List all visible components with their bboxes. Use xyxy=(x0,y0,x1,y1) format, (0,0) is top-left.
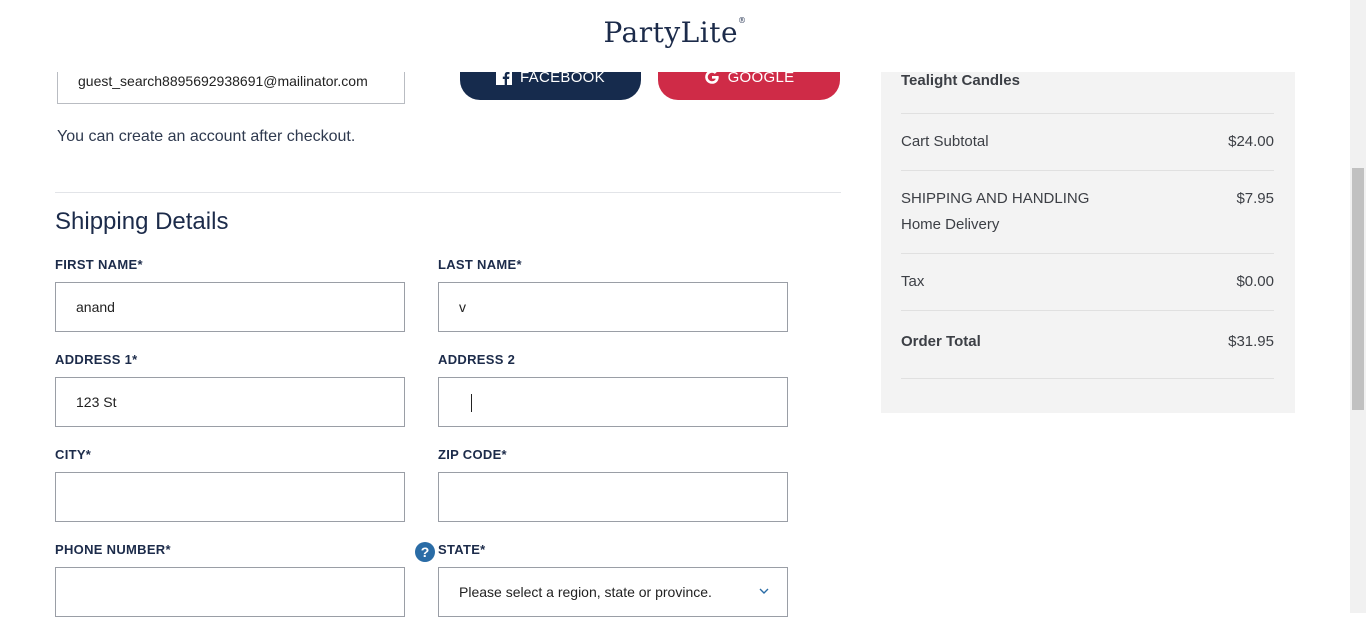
cart-subtotal-row: Cart Subtotal $24.00 xyxy=(901,133,1274,150)
address1-field[interactable]: 123 St xyxy=(55,377,405,427)
address2-field[interactable] xyxy=(438,377,788,427)
summary-divider xyxy=(901,113,1274,114)
shipping-value: $7.95 xyxy=(1236,190,1274,207)
city-field[interactable] xyxy=(55,472,405,522)
site-header: PartyLite® xyxy=(0,0,1350,72)
summary-divider xyxy=(901,170,1274,171)
order-total-label: Order Total xyxy=(901,333,981,350)
shipping-row: SHIPPING AND HANDLING $7.95 xyxy=(901,190,1274,207)
address2-label: ADDRESS 2 xyxy=(438,352,516,367)
shipping-method: Home Delivery xyxy=(901,216,1000,233)
cart-subtotal-label: Cart Subtotal xyxy=(901,133,989,150)
tax-row: Tax $0.00 xyxy=(901,273,1274,290)
summary-divider xyxy=(901,378,1274,379)
zip-code-field[interactable] xyxy=(438,472,788,522)
first-name-label: FIRST NAME* xyxy=(55,257,143,272)
address1-label: ADDRESS 1* xyxy=(55,352,138,367)
tax-label: Tax xyxy=(901,273,925,290)
first-name-value: anand xyxy=(76,299,115,315)
logo-text: PartyLite xyxy=(603,16,739,49)
summary-item-name: Tealight Candles xyxy=(901,72,1020,89)
summary-divider xyxy=(901,310,1274,311)
summary-divider xyxy=(901,253,1274,254)
last-name-field[interactable]: v xyxy=(438,282,788,332)
create-account-note: You can create an account after checkout… xyxy=(57,128,356,145)
last-name-value: v xyxy=(459,299,466,315)
state-select[interactable]: Please select a region, state or provinc… xyxy=(438,567,788,617)
shipping-label: SHIPPING AND HANDLING xyxy=(901,190,1090,207)
google-label: GOOGLE xyxy=(727,69,795,86)
order-total-row: Order Total $31.95 xyxy=(901,333,1274,350)
address1-value: 123 St xyxy=(76,394,117,410)
chevron-down-icon xyxy=(759,588,769,594)
text-caret xyxy=(471,394,472,413)
cart-subtotal-value: $24.00 xyxy=(1228,133,1274,150)
phone-number-label: PHONE NUMBER* xyxy=(55,542,171,557)
shipping-details-title: Shipping Details xyxy=(55,208,229,235)
order-total-value: $31.95 xyxy=(1228,333,1274,350)
order-summary-panel: Tealight Candles Cart Subtotal $24.00 SH… xyxy=(881,72,1295,413)
partylite-logo[interactable]: PartyLite® xyxy=(0,16,1350,49)
last-name-label: LAST NAME* xyxy=(438,257,522,272)
phone-number-field[interactable] xyxy=(55,567,405,617)
facebook-label: FACEBOOK xyxy=(520,69,605,86)
tax-value: $0.00 xyxy=(1236,273,1274,290)
help-icon[interactable]: ? xyxy=(415,542,435,562)
email-value: guest_search8895692938691@mailinator.com xyxy=(78,73,368,89)
scrollbar-thumb[interactable] xyxy=(1352,168,1364,410)
first-name-field[interactable]: anand xyxy=(55,282,405,332)
city-label: CITY* xyxy=(55,447,92,462)
state-label: STATE* xyxy=(438,542,486,557)
state-select-placeholder: Please select a region, state or provinc… xyxy=(459,584,712,600)
zip-code-label: ZIP CODE* xyxy=(438,447,507,462)
section-divider xyxy=(55,192,841,193)
logo-registered-mark: ® xyxy=(738,16,747,25)
